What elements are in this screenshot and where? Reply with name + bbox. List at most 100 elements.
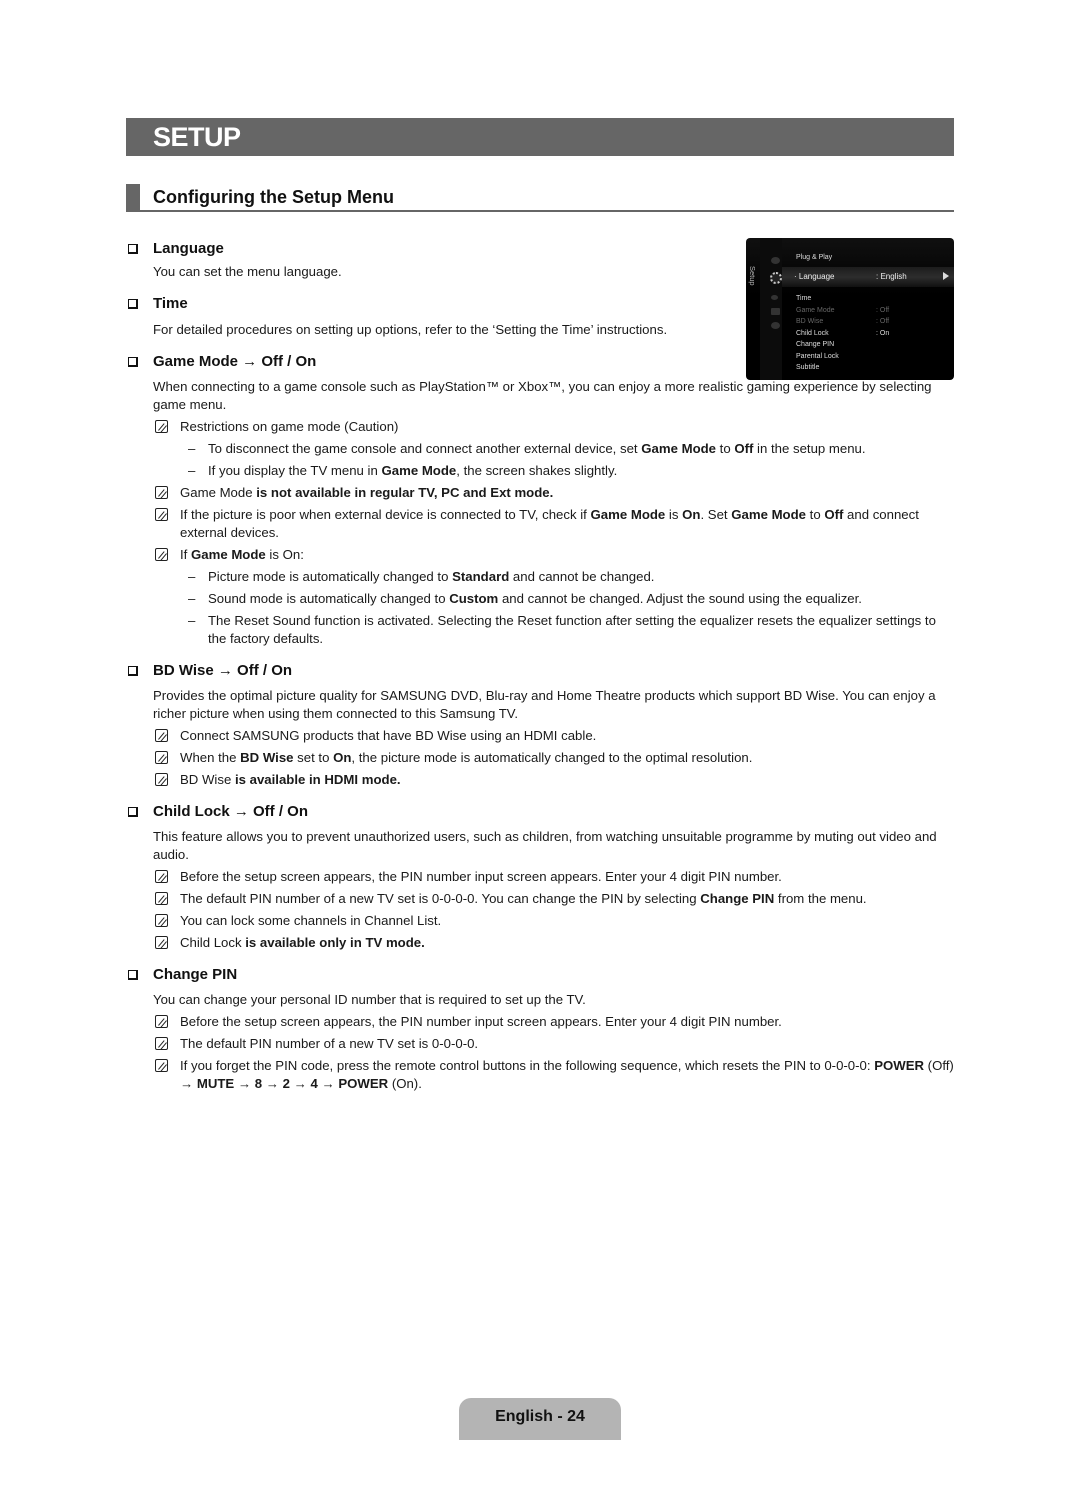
bold-term: Game Mode [590, 507, 666, 522]
bold-term: On [333, 750, 352, 765]
bold-term: BD Wise [240, 750, 294, 765]
text-segment: The default PIN number of a new TV set i… [180, 891, 701, 906]
note-icon [155, 508, 168, 521]
text-segment: Game Mode [180, 485, 253, 500]
note-icon [155, 486, 168, 499]
note: Before the setup screen appears, the PIN… [126, 1013, 954, 1031]
text-segment: , the picture mode is automatically chan… [351, 750, 753, 765]
text-segment: If the picture is poor when external dev… [180, 507, 591, 522]
dash-item: – Sound mode is automatically changed to … [126, 590, 954, 608]
text-segment: Sound mode is automatically changed to [208, 591, 450, 606]
note-text: If the picture is poor when external dev… [180, 507, 919, 540]
note-text: Before the setup screen appears, the PIN… [180, 1014, 782, 1029]
note-text: When the BD Wise set to On, the picture … [180, 750, 752, 765]
checkbox-bullet-icon [128, 244, 138, 254]
paragraph: For detailed procedures on setting up op… [153, 322, 668, 337]
note-text: You can lock some channels in Channel Li… [180, 913, 442, 928]
item-change-pin-heading: Change PIN [126, 962, 954, 988]
bold-term: Game Mode [381, 463, 457, 478]
item-time-heading: Time [126, 291, 954, 317]
note-icon [155, 729, 168, 742]
dash-text: Sound mode is automatically changed to C… [208, 591, 862, 606]
note-text: Connect SAMSUNG products that have BD Wi… [180, 728, 597, 743]
bold-term: POWER [874, 1058, 925, 1073]
note: When the BD Wise set to On, the picture … [126, 749, 954, 767]
bold-term: 8 [254, 1076, 263, 1091]
item-title: Game Mode → Off / On [153, 353, 317, 370]
note: The default PIN number of a new TV set i… [126, 1035, 954, 1053]
bold-term: Custom [449, 591, 499, 606]
item-title: Change PIN [153, 966, 238, 983]
bold-term: is not available in regular TV, PC and E… [252, 485, 554, 500]
text-segment: Picture mode is automatically changed to [208, 569, 453, 584]
dash-text: Picture mode is automatically changed to… [208, 569, 654, 584]
section-marker [126, 184, 140, 210]
text-segment: → [289, 1076, 311, 1091]
bold-term: Off [824, 507, 844, 522]
item-language-heading: Language [126, 236, 954, 262]
text-segment: When the [180, 750, 241, 765]
note: The default PIN number of a new TV set i… [126, 890, 954, 908]
text-segment: set to [293, 750, 334, 765]
note-icon [155, 1059, 168, 1072]
section-header: Configuring the Setup Menu [126, 184, 954, 212]
dash-text: The Reset Sound function is activated. S… [208, 613, 936, 646]
page-number-tab: English - 24 [459, 1398, 621, 1440]
note-icon [155, 1037, 168, 1050]
note: Before the setup screen appears, the PIN… [126, 868, 954, 886]
note: Child Lock is available only in TV mode. [126, 934, 954, 952]
bold-term: 4 [310, 1076, 318, 1091]
paragraph: This feature allows you to prevent unaut… [153, 829, 937, 862]
checkbox-bullet-icon [128, 970, 138, 980]
note: If you forget the PIN code, press the re… [126, 1057, 954, 1093]
checkbox-bullet-icon [128, 807, 138, 817]
item-title: BD Wise → Off / On [153, 662, 293, 679]
note-icon [155, 1015, 168, 1028]
dash-item: – If you display the TV menu in Game Mode… [126, 462, 954, 480]
dash-icon: – [188, 441, 196, 456]
text-segment: is On: [265, 547, 304, 562]
dash-text: If you display the TV menu in Game Mode,… [208, 463, 617, 478]
chapter-title: SETUP [126, 118, 954, 156]
text-segment: to [806, 507, 825, 522]
item-child-lock-heading: Child Lock → Off / On [126, 799, 954, 825]
note-text: If you forget the PIN code, press the re… [180, 1058, 954, 1091]
bold-term: 2 [282, 1076, 290, 1091]
dash-item: – Picture mode is automatically changed t… [126, 568, 954, 586]
dash-icon: – [188, 463, 196, 478]
note-icon [155, 914, 168, 927]
item-title: Language [153, 240, 224, 257]
note: Connect SAMSUNG products that have BD Wi… [126, 727, 954, 745]
bold-term: Game Mode [731, 507, 806, 522]
note-icon [155, 548, 168, 561]
dash-icon: – [188, 569, 196, 584]
dash-icon: – [188, 613, 196, 628]
dash-text: To disconnect the game console and conne… [208, 441, 866, 456]
section-title: Configuring the Setup Menu [153, 187, 394, 207]
note-icon [155, 420, 168, 433]
note-icon [155, 870, 168, 883]
bold-term: is available only in TV mode. [241, 935, 425, 950]
note: If the picture is poor when external dev… [126, 506, 954, 542]
text-segment: If you forget the PIN code, press the re… [180, 1058, 875, 1073]
text-segment: from the menu. [774, 891, 867, 906]
text-segment: (On). [388, 1076, 422, 1091]
bold-term: Game Mode [191, 547, 266, 562]
note-text: If Game Mode is On: [180, 547, 304, 562]
item-title: Time [153, 295, 188, 312]
note: Restrictions on game mode (Caution) [126, 418, 954, 436]
bold-term: is available in HDMI mode. [231, 772, 401, 787]
checkbox-bullet-icon [128, 666, 138, 676]
bold-term: On [682, 507, 701, 522]
dash-item: – To disconnect the game console and conn… [126, 440, 954, 458]
bold-term: Change PIN [700, 891, 775, 906]
note-icon [155, 773, 168, 786]
note: If Game Mode is On: [126, 546, 954, 564]
item-game-mode-heading: Game Mode → Off / On [126, 349, 954, 375]
note-text: BD Wise is available in HDMI mode. [180, 772, 401, 787]
note-icon [155, 751, 168, 764]
note-text: The default PIN number of a new TV set i… [180, 1036, 479, 1051]
dash-icon: – [188, 591, 196, 606]
text-segment: BD Wise [180, 772, 232, 787]
note-icon [155, 892, 168, 905]
